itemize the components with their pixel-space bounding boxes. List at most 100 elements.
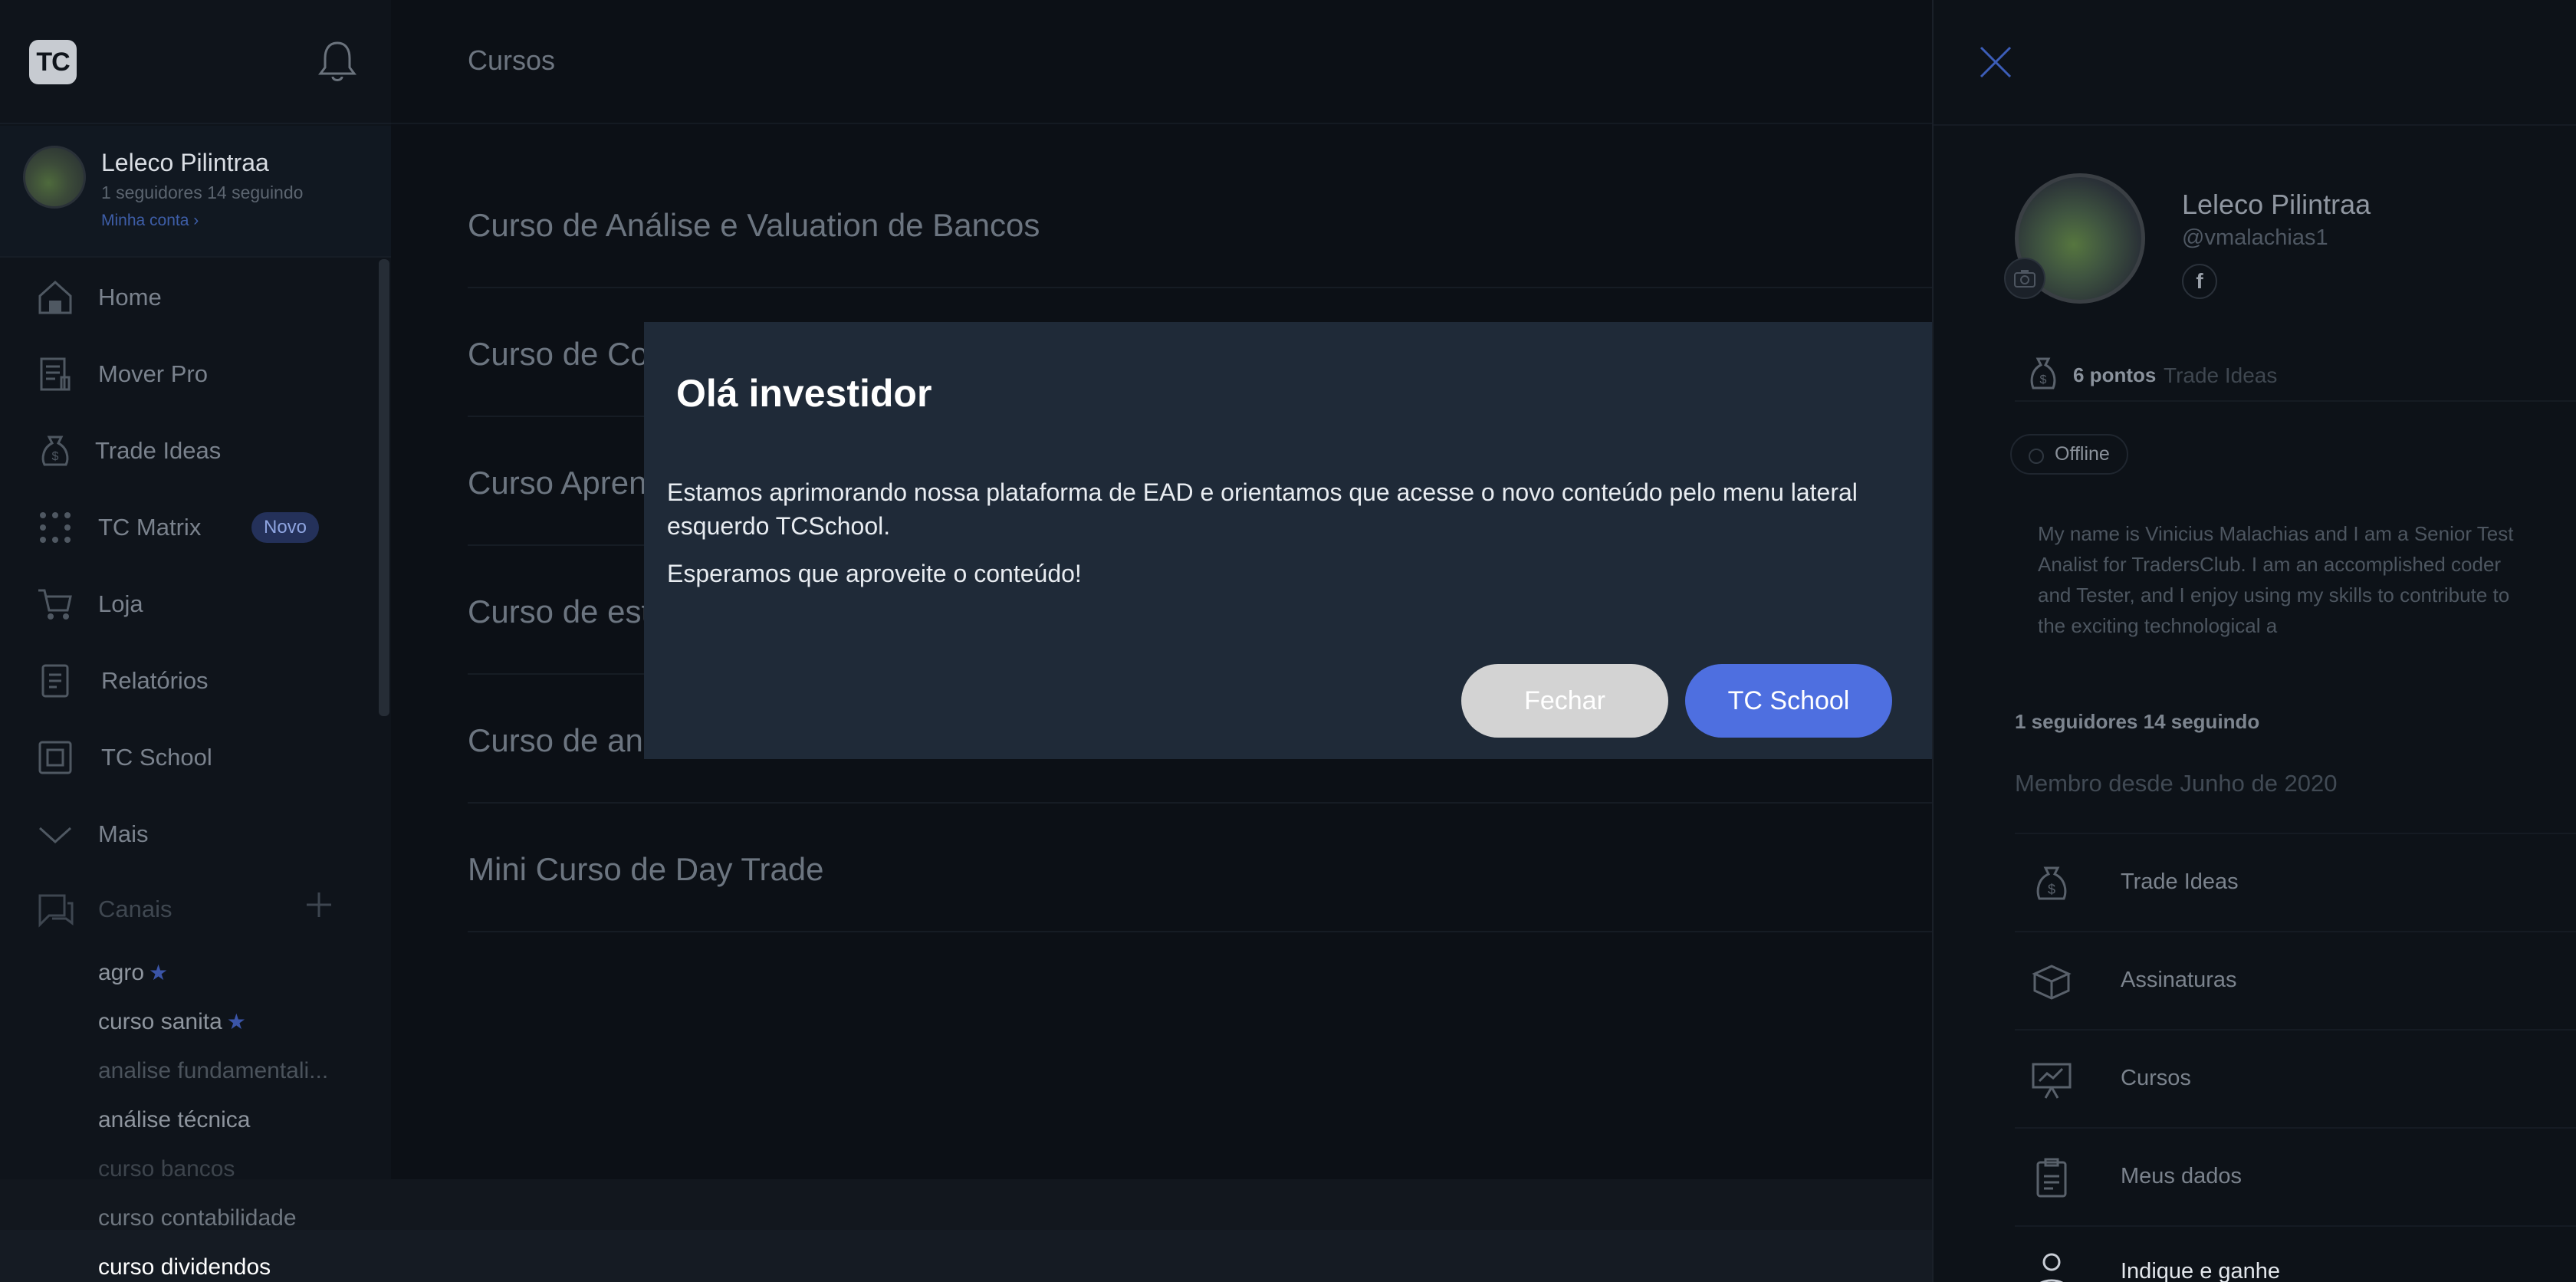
money-bag-icon: $ xyxy=(2030,357,2056,390)
page-title: Cursos xyxy=(468,44,556,76)
channel-label: analise fundamentali... xyxy=(98,1058,329,1083)
modal-message: Estamos aprimorando nossa plataforma de … xyxy=(667,478,1858,540)
star-icon: ★ xyxy=(149,961,169,985)
svg-text:$: $ xyxy=(52,450,59,463)
sidebar-item-trade-ideas[interactable]: $ Trade Ideas xyxy=(0,413,383,489)
channels-header: Canais xyxy=(0,874,383,943)
money-bag-icon: $ xyxy=(41,436,69,466)
channel-item[interactable]: agro ★ xyxy=(98,960,168,986)
sidebar-item-label: Relatórios xyxy=(101,667,209,694)
sidebar-item-label: Home xyxy=(98,284,162,311)
profile-bio: My name is Vinicius Malachias and I am a… xyxy=(2038,522,2514,637)
sidebar-item-label: Mais xyxy=(98,820,149,847)
divider xyxy=(1934,124,2576,126)
sidebar-item-tc-school[interactable]: TC School xyxy=(0,719,383,796)
sidebar-item-mais[interactable]: Mais xyxy=(0,796,383,873)
channel-label: curso sanita xyxy=(98,1009,222,1034)
my-account-link[interactable]: Minha conta › xyxy=(101,212,199,230)
divider xyxy=(2015,400,2576,402)
channel-item[interactable]: análise técnica xyxy=(98,1107,250,1133)
channel-item[interactable]: curso dividendos xyxy=(98,1254,271,1280)
menu-label: Meus dados xyxy=(2121,1164,2242,1188)
bottom-bar-lower xyxy=(0,1230,1932,1282)
home-icon xyxy=(38,280,72,314)
modal-message-secondary: Esperamos que aproveite o conteúdo! xyxy=(667,560,1082,587)
channel-item[interactable]: curso sanita ★ xyxy=(98,1009,246,1035)
new-badge: Novo xyxy=(251,512,320,543)
svg-text:$: $ xyxy=(2048,882,2055,897)
facebook-icon[interactable]: f xyxy=(2182,264,2217,299)
tc-school-button[interactable]: TC School xyxy=(1685,664,1892,738)
box-icon xyxy=(2032,965,2072,1000)
course-title: Curso de est xyxy=(468,593,651,629)
sidebar-item-label: Mover Pro xyxy=(98,360,208,387)
sidebar-item-relatorios[interactable]: Relatórios xyxy=(0,643,383,719)
course-title: Mini Curso de Day Trade xyxy=(468,851,824,887)
presentation-icon xyxy=(2032,1063,2072,1099)
status-badge: Offline xyxy=(2010,434,2128,475)
user-icon xyxy=(2040,1253,2063,1282)
document-icon xyxy=(40,357,71,391)
sidebar: TC Leleco Pilintraa 1 seguidores 14 segu… xyxy=(0,0,391,1282)
channel-label: curso dividendos xyxy=(98,1254,271,1280)
sidebar-item-label: TC Matrix xyxy=(98,514,202,541)
report-icon xyxy=(41,664,69,698)
menu-label: Indique e ganhe xyxy=(2121,1259,2281,1282)
close-icon[interactable] xyxy=(1978,44,2013,80)
profile-menu-indique-e-ganhe[interactable]: Indique e ganhe xyxy=(2015,1225,2576,1282)
chat-icon xyxy=(38,894,74,928)
profile-name: Leleco Pilintraa xyxy=(2182,189,2371,220)
announcement-modal: Olá investidor Estamos aprimorando nossa… xyxy=(644,322,1932,759)
money-bag-icon: $ xyxy=(2036,866,2067,900)
profile-menu-cursos[interactable]: Cursos xyxy=(2015,1029,2576,1127)
grid-dots-icon xyxy=(40,512,71,543)
chevron-down-icon xyxy=(38,827,72,844)
course-item[interactable]: Mini Curso de Day Trade xyxy=(468,804,1932,932)
follow-stats: 1 seguidores 14 seguindo xyxy=(2015,710,2260,733)
profile-stats: 1 seguidores 14 seguindo xyxy=(101,182,304,202)
profile-menu-meus-dados[interactable]: Meus dados xyxy=(2015,1127,2576,1225)
channel-item[interactable]: curso contabilidade xyxy=(98,1205,297,1231)
points-source: Trade Ideas xyxy=(2164,363,2278,387)
sidebar-item-tc-matrix[interactable]: TC Matrix Novo xyxy=(0,489,383,566)
sidebar-item-label: Loja xyxy=(98,590,143,617)
course-title: Curso Apren xyxy=(468,465,647,501)
avatar[interactable] xyxy=(23,146,86,209)
sidebar-item-label: Trade Ideas xyxy=(95,437,222,464)
channel-item[interactable]: curso bancos xyxy=(98,1156,235,1182)
course-item[interactable]: Curso de Análise e Valuation de Bancos xyxy=(468,159,1932,288)
close-button[interactable]: Fechar xyxy=(1461,664,1668,738)
profile-menu-trade-ideas[interactable]: $ Trade Ideas xyxy=(2015,833,2576,931)
profile-panel: Leleco Pilintraa @vmalachias1 f $ 6 pont… xyxy=(1932,0,2576,1282)
menu-label: Trade Ideas xyxy=(2121,869,2239,894)
channel-label: curso bancos xyxy=(98,1156,235,1182)
channel-label: agro xyxy=(98,960,145,985)
channel-item[interactable]: analise fundamentali... xyxy=(98,1058,328,1084)
add-channel-icon[interactable] xyxy=(304,889,334,920)
sidebar-item-home[interactable]: Home xyxy=(0,259,383,336)
channel-label: análise técnica xyxy=(98,1107,251,1132)
main-header: Cursos xyxy=(391,0,1932,124)
course-title: Curso de Análise e Valuation de Bancos xyxy=(468,207,1040,243)
profile-menu-assinaturas[interactable]: Assinaturas xyxy=(2015,931,2576,1029)
channels-label: Canais xyxy=(98,896,172,922)
bell-icon[interactable] xyxy=(316,38,359,84)
status-label: Offline xyxy=(2055,443,2110,465)
star-icon: ★ xyxy=(226,1010,246,1034)
cart-icon xyxy=(38,589,72,620)
profile-name: Leleco Pilintraa xyxy=(101,149,269,176)
member-since: Membro desde Junho de 2020 xyxy=(2015,770,2338,797)
points-value: 6 pontos xyxy=(2073,363,2157,386)
profile-handle: @vmalachias1 xyxy=(2182,225,2328,250)
modal-title: Olá investidor xyxy=(676,372,932,415)
status-dot xyxy=(2029,449,2044,464)
tc-logo[interactable]: TC xyxy=(29,40,77,84)
sidebar-scrollbar[interactable] xyxy=(379,259,389,716)
clipboard-icon xyxy=(2036,1158,2067,1198)
profile-summary[interactable]: Leleco Pilintraa 1 seguidores 14 seguind… xyxy=(0,126,391,258)
sidebar-item-mover-pro[interactable]: Mover Pro xyxy=(0,336,383,413)
sidebar-item-label: TC School xyxy=(101,744,212,771)
camera-icon[interactable] xyxy=(2004,258,2045,299)
menu-label: Assinaturas xyxy=(2121,968,2237,992)
sidebar-item-loja[interactable]: Loja xyxy=(0,566,383,643)
